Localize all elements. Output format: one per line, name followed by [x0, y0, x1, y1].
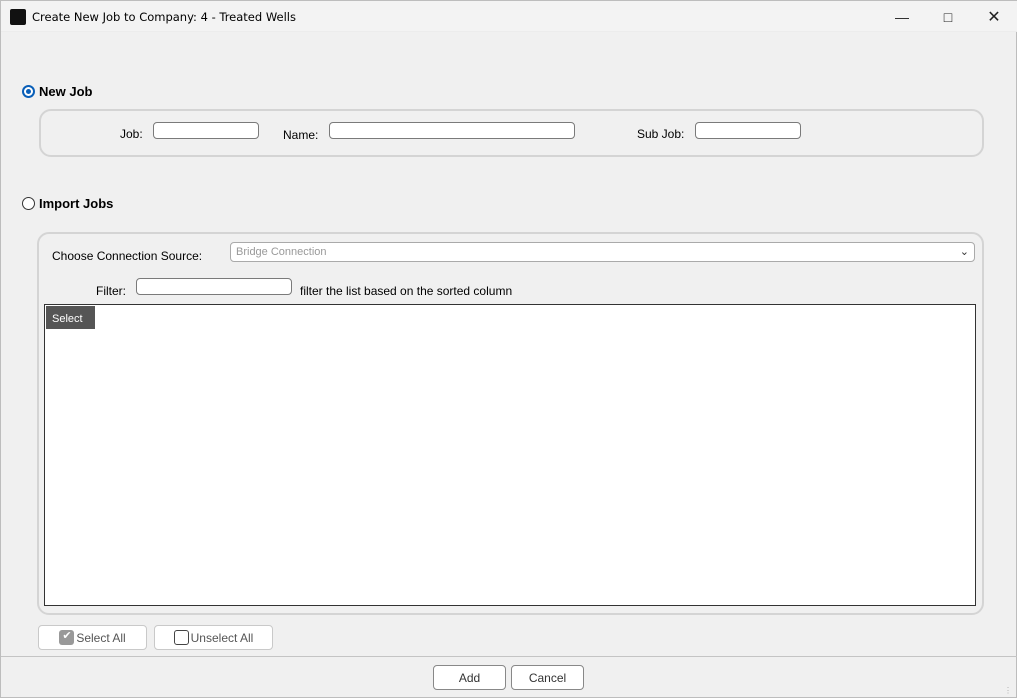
filter-label: Filter: [96, 284, 126, 298]
connection-source-value: Bridge Connection [236, 246, 327, 258]
connection-source-select[interactable]: Bridge Connection ⌄ [230, 242, 975, 262]
job-input[interactable] [153, 122, 259, 139]
filter-hint: filter the list based on the sorted colu… [300, 284, 513, 298]
job-label: Job: [120, 127, 143, 141]
import-jobs-label: Import Jobs [39, 196, 114, 211]
maximize-button[interactable]: □ [925, 1, 971, 32]
select-all-button[interactable]: ✔ Select All [38, 625, 147, 650]
checkbox-icon [173, 630, 189, 645]
add-button[interactable]: Add [433, 665, 506, 690]
jobs-grid[interactable]: Select [44, 304, 976, 606]
new-job-radio[interactable] [22, 85, 35, 98]
cancel-button[interactable]: Cancel [511, 665, 584, 690]
unselect-all-label: Unselect All [190, 630, 254, 645]
connection-source-label: Choose Connection Source: [52, 249, 203, 263]
name-input[interactable] [329, 122, 575, 139]
window-title: Create New Job to Company: 4 - Treated W… [32, 10, 296, 24]
sub-job-label: Sub Job: [637, 127, 685, 141]
filter-input[interactable] [136, 278, 292, 295]
import-jobs-radio[interactable] [22, 197, 35, 210]
select-all-label: Select All [76, 630, 126, 645]
new-job-label: New Job [39, 84, 93, 99]
chevron-down-icon: ⌄ [959, 246, 969, 258]
app-icon [10, 9, 26, 25]
divider [1, 656, 1017, 657]
checked-checkbox-icon: ✔ [59, 630, 75, 645]
unselect-all-button[interactable]: Unselect All [154, 625, 273, 650]
column-header-select[interactable]: Select [46, 306, 95, 329]
minimize-button[interactable]: — [879, 1, 925, 32]
name-label: Name: [283, 128, 319, 142]
resize-grip-icon[interactable]: ⋮ [1004, 686, 1012, 695]
sub-job-input[interactable] [695, 122, 801, 139]
close-button[interactable]: ✕ [971, 1, 1017, 32]
